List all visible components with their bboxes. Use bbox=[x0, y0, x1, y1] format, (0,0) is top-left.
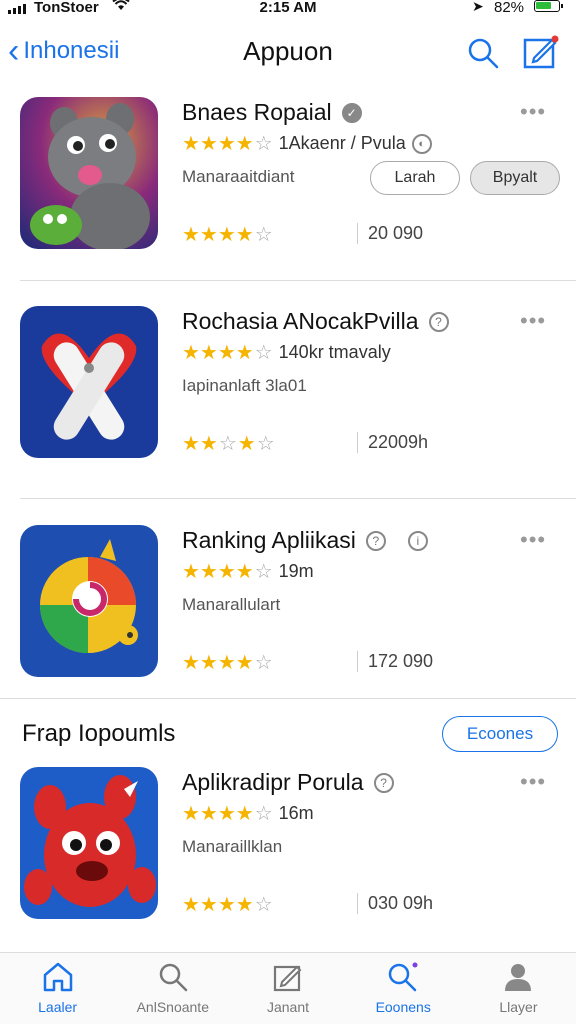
more-options-button[interactable]: ••• bbox=[520, 527, 546, 553]
status-time: 2:15 AM bbox=[259, 0, 317, 16]
app-icon-colorful-bird[interactable] bbox=[20, 525, 158, 677]
more-options-button[interactable]: ••• bbox=[520, 308, 546, 334]
star-rating: ★★★★ ☆ bbox=[182, 341, 273, 364]
star-rating: ★★★★ ☆ bbox=[182, 802, 273, 825]
divider bbox=[20, 498, 576, 499]
compose-button[interactable] bbox=[522, 34, 560, 75]
rating-count: 030 09h bbox=[357, 893, 433, 914]
app-subtitle: Iapinanlaft 3la01 bbox=[182, 376, 307, 395]
app-row[interactable]: Rochasia ANocakPvilla ? ••• ★★★★ ☆ 140kr … bbox=[0, 306, 576, 506]
tab-bar: Laaler AnlSnoante Janant Eoonens Llayer bbox=[0, 952, 576, 1024]
app-icon-x-logo[interactable] bbox=[20, 306, 158, 458]
more-options-button[interactable]: ••• bbox=[520, 769, 546, 795]
tab-profile[interactable]: Llayer bbox=[461, 953, 576, 1024]
compose-icon bbox=[523, 35, 559, 69]
star-rating: ★★★★ ☆ bbox=[182, 132, 273, 155]
divider bbox=[20, 280, 576, 281]
more-options-button[interactable]: ••• bbox=[520, 99, 546, 125]
search-icon bbox=[159, 963, 188, 992]
back-label: Inhonesii bbox=[23, 37, 120, 64]
divider bbox=[0, 698, 576, 699]
tab-home[interactable]: Laaler bbox=[0, 953, 115, 1024]
tab-search[interactable]: AnlSnoante bbox=[115, 953, 230, 1024]
info-circle-icon: ◐ bbox=[411, 133, 432, 154]
star-rating: ★★★★ ☆ bbox=[182, 894, 273, 916]
search-icon bbox=[468, 38, 499, 69]
app-name[interactable]: Ranking Apliikasi ? i bbox=[182, 527, 428, 554]
chevron-left-icon: ‹ bbox=[8, 32, 20, 70]
star-rating: ★★★★ ☆ bbox=[182, 224, 273, 246]
star-rating: ★★ ☆ ★ ☆ bbox=[182, 433, 275, 455]
app-subtitle: Manarallulart bbox=[182, 595, 281, 614]
person-icon bbox=[505, 964, 532, 991]
action-button-primary[interactable]: Larah bbox=[370, 161, 460, 195]
app-subtitle: Manaraillklan bbox=[182, 837, 283, 856]
app-icon-creature[interactable] bbox=[20, 97, 158, 249]
rating-line: ★★★★ ☆ 16m bbox=[182, 802, 314, 825]
info-circle-icon: ? bbox=[428, 311, 449, 332]
rating-line: ★★★★ ☆ 1Akaenr / Pvula ◐ bbox=[182, 133, 432, 154]
edit-icon bbox=[273, 965, 302, 992]
section-title: Frap Iopoumls bbox=[22, 720, 176, 747]
app-icon-red-monster[interactable] bbox=[20, 767, 158, 919]
rating-line: ★★★★ ☆ 19m bbox=[182, 560, 314, 583]
info-badge-icon: ✓ bbox=[341, 102, 362, 123]
app-name[interactable]: Rochasia ANocakPvilla ? bbox=[182, 308, 449, 335]
battery-icon bbox=[534, 0, 563, 12]
section-see-all-button[interactable]: Ecoones bbox=[442, 716, 558, 752]
info-circle-icon: ? bbox=[365, 530, 386, 551]
search-icon bbox=[388, 962, 418, 992]
battery-percent: 82% bbox=[494, 0, 525, 16]
location-arrow-icon: ➤ bbox=[472, 0, 484, 14]
rating-line: ★★★★ ☆ 140kr tmavaly bbox=[182, 341, 391, 364]
app-row[interactable]: Aplikradipr Porula ? ••• ★★★★ ☆ 16m Manar… bbox=[0, 767, 576, 967]
rating-count: 172 090 bbox=[357, 651, 433, 672]
back-button[interactable]: ‹ Inhonesii bbox=[8, 34, 119, 68]
nav-bar: ‹ Inhonesii Appuon bbox=[0, 24, 576, 80]
star-rating: ★★★★ ☆ bbox=[182, 560, 273, 583]
search-button[interactable] bbox=[466, 36, 500, 75]
info-circle-icon: i bbox=[407, 530, 428, 551]
app-row[interactable]: Bnaes Ropaial ✓ ••• ★★★★ ☆ 1Akaenr / Pvul… bbox=[0, 97, 576, 297]
info-circle-icon: ? bbox=[373, 772, 394, 793]
tab-explore[interactable]: Eoonens bbox=[346, 953, 461, 1024]
rating-count: 22009h bbox=[357, 432, 428, 453]
action-button-secondary[interactable]: Bpyalt bbox=[470, 161, 560, 195]
app-row[interactable]: Ranking Apliikasi ? i ••• ★★★★ ☆ 19m Mana… bbox=[0, 525, 576, 725]
rating-count: 20 090 bbox=[357, 223, 423, 244]
app-name[interactable]: Bnaes Ropaial ✓ bbox=[182, 99, 362, 126]
home-icon bbox=[43, 962, 72, 992]
app-subtitle: Manaraaitdiant bbox=[182, 167, 295, 186]
tab-edit[interactable]: Janant bbox=[230, 953, 345, 1024]
star-rating: ★★★★ ☆ bbox=[182, 652, 273, 674]
app-name[interactable]: Aplikradipr Porula ? bbox=[182, 769, 394, 796]
status-bar: TonStoer 2:15 AM ➤ 82% bbox=[0, 0, 576, 20]
